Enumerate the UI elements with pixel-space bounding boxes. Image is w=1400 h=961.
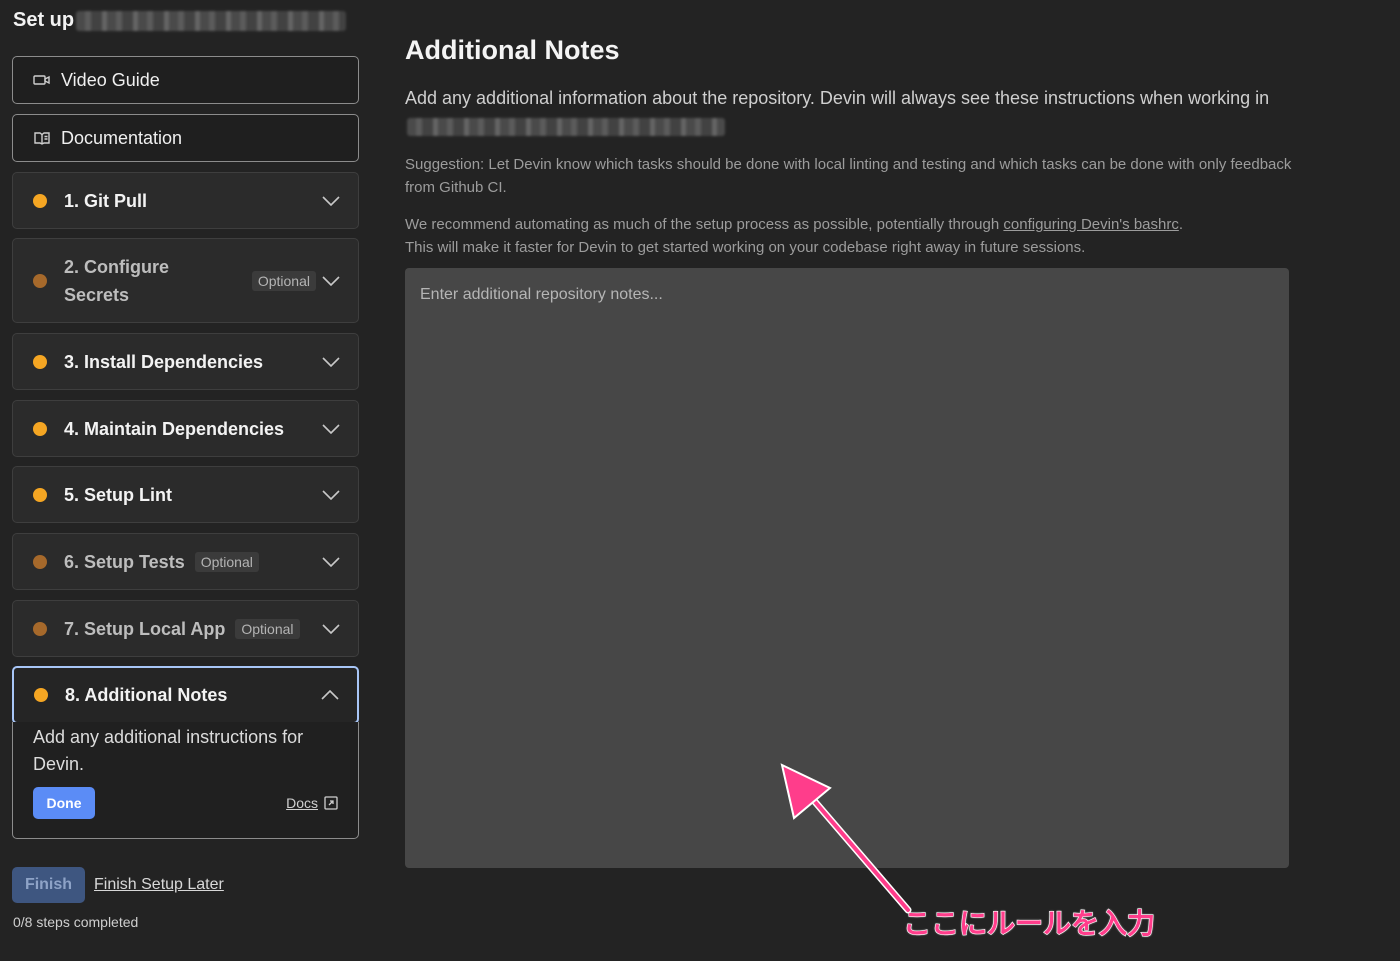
video-guide-button[interactable]: Video Guide — [12, 56, 359, 104]
annotation-label: ここにルールを入力 — [902, 906, 1156, 940]
step-setup-lint[interactable]: 5. Setup Lint — [12, 466, 359, 523]
step-setup-local-app[interactable]: 7. Setup Local App Optional — [12, 600, 359, 657]
chevron-up-icon — [321, 690, 339, 700]
step-label: 3. Install Dependencies — [64, 351, 264, 372]
chevron-down-icon — [322, 356, 340, 367]
steps-completed-text: 0/8 steps completed — [13, 914, 139, 930]
chevron-down-icon — [322, 489, 340, 500]
redacted-repo-name — [76, 10, 347, 31]
setup-title: Set up — [13, 9, 347, 32]
status-dot — [33, 554, 47, 569]
step-label: 2. Configure Secrets — [64, 256, 170, 305]
setup-title-text: Set up — [13, 9, 75, 31]
status-dot — [33, 193, 47, 208]
chevron-down-icon — [322, 623, 340, 634]
description-text: Add any additional information about the… — [405, 88, 1270, 108]
configure-bashrc-link[interactable]: configuring Devin's bashrc — [1003, 216, 1178, 233]
step-setup-tests[interactable]: 6. Setup Tests Optional — [12, 533, 359, 590]
docs-label: Docs — [286, 795, 318, 811]
annotation-arrow — [780, 763, 912, 914]
chevron-down-icon — [322, 556, 340, 567]
external-link-icon — [324, 796, 338, 810]
status-dot — [33, 621, 47, 636]
recommendation-line2: This will make it faster for Devin to ge… — [405, 239, 1086, 256]
step-label: 7. Setup Local App — [64, 618, 226, 639]
docs-link[interactable]: Docs — [286, 795, 338, 811]
step-label: 8. Additional Notes — [65, 685, 228, 705]
done-button[interactable]: Done — [33, 787, 95, 819]
finish-setup-later-link[interactable]: Finish Setup Later — [94, 876, 224, 894]
documentation-label: Documentation — [61, 127, 183, 148]
page-description: Add any additional information about the… — [405, 84, 1285, 140]
step-label: 4. Maintain Dependencies — [64, 418, 285, 439]
step-label: 1. Git Pull — [64, 190, 148, 211]
optional-badge: Optional — [251, 270, 316, 291]
finish-button[interactable]: Finish — [12, 867, 85, 903]
recommendation-suffix: . — [1178, 216, 1184, 233]
redacted-repo-name — [407, 118, 725, 137]
optional-badge: Optional — [235, 618, 300, 639]
step-label: 6. Setup Tests — [64, 551, 185, 572]
status-dot — [33, 354, 47, 369]
step-label: 5. Setup Lint — [64, 484, 172, 505]
documentation-button[interactable]: Documentation — [12, 114, 359, 162]
step-panel-additional-notes: Add any additional instructions for Devi… — [12, 722, 359, 839]
step-panel-description: Add any additional instructions for Devi… — [33, 727, 304, 774]
chevron-down-icon — [322, 195, 340, 206]
suggestion-text: Suggestion: Let Devin know which tasks s… — [405, 156, 1292, 196]
optional-badge: Optional — [194, 551, 259, 572]
step-configure-secrets[interactable]: 2. Configure Secrets Optional — [12, 238, 359, 323]
step-git-pull[interactable]: 1. Git Pull — [12, 172, 359, 229]
status-dot — [33, 273, 47, 288]
video-guide-label: Video Guide — [61, 69, 160, 90]
book-icon — [33, 131, 51, 145]
step-maintain-dependencies[interactable]: 4. Maintain Dependencies — [12, 400, 359, 457]
recommendation-text: We recommend automating as much of the s… — [405, 213, 1295, 259]
status-dot — [33, 487, 47, 502]
status-dot — [33, 421, 47, 436]
chevron-down-icon — [322, 423, 340, 434]
recommendation-prefix: We recommend automating as much of the s… — [405, 216, 1000, 233]
step-install-dependencies[interactable]: 3. Install Dependencies — [12, 333, 359, 390]
step-additional-notes[interactable]: 8. Additional Notes — [12, 666, 359, 724]
chevron-down-icon — [322, 275, 340, 286]
video-camera-icon — [33, 73, 51, 87]
page-title: Additional Notes — [405, 35, 620, 65]
setup-sidebar: Set up Video Guide Documentation 1. Git … — [12, 0, 359, 961]
status-dot — [34, 688, 48, 702]
